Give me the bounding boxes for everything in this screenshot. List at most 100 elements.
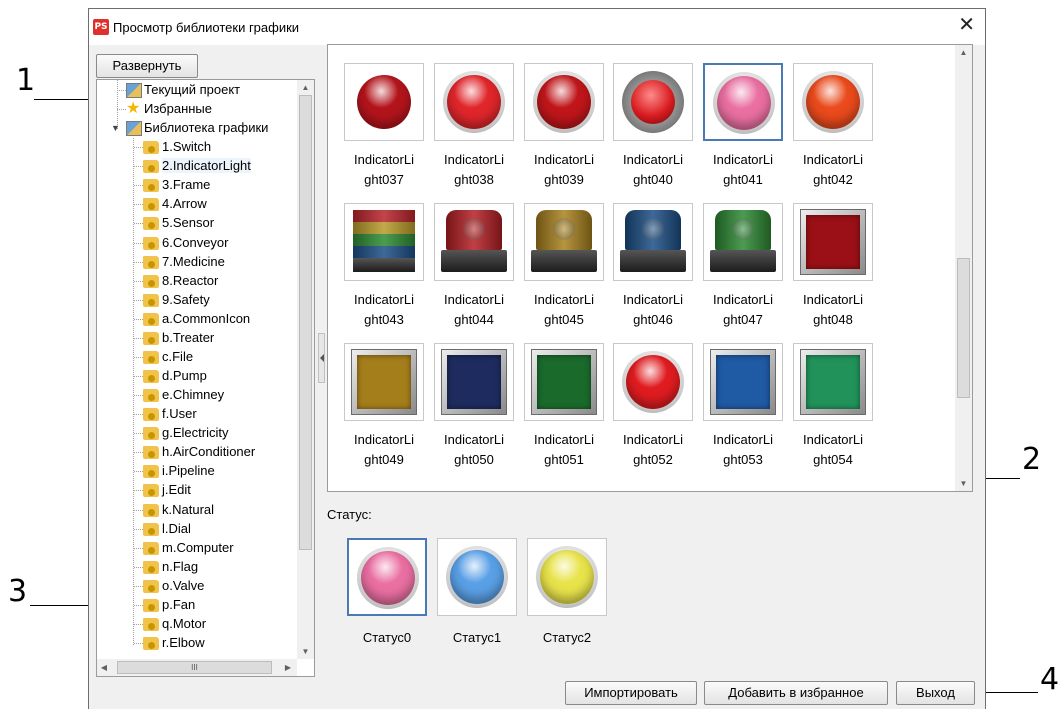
tree-library-item[interactable]: p.Fan — [97, 596, 295, 615]
scroll-right-icon[interactable]: ▶ — [283, 663, 293, 672]
tree-library-item[interactable]: r.Elbow — [97, 634, 295, 653]
tree-library-item[interactable]: k.Natural — [97, 501, 295, 520]
close-icon[interactable]: ✕ — [958, 15, 975, 35]
beacon-lens-icon — [732, 218, 754, 240]
scroll-down-icon[interactable]: ▼ — [297, 647, 314, 656]
import-button[interactable]: Импортировать — [565, 681, 697, 705]
tree-library-item[interactable]: 9.Safety — [97, 291, 295, 310]
tree-scroll-thumb[interactable] — [299, 95, 312, 550]
graphics-gallery: IndicatorLi ght037 IndicatorLi ght038 Indica… — [327, 44, 973, 492]
caption-line: ght048 — [813, 312, 853, 327]
tree-connector-line — [134, 585, 143, 587]
folder-icon — [143, 274, 159, 288]
exit-button[interactable]: Выход — [896, 681, 975, 705]
tree-library-item[interactable]: 4.Arrow — [97, 195, 295, 214]
gallery-item-caption: IndicatorLi ght052 — [607, 430, 699, 470]
status-thumbnail[interactable] — [437, 538, 517, 616]
tree-item-label: 3.Frame — [162, 177, 211, 193]
gallery-item-thumbnail[interactable] — [434, 203, 514, 281]
status-thumbnail[interactable] — [527, 538, 607, 616]
expand-button[interactable]: Развернуть — [96, 54, 198, 78]
gallery-item-thumbnail[interactable] — [703, 203, 783, 281]
indicator-light-icon — [361, 551, 415, 605]
tree-library-item[interactable]: o.Valve — [97, 577, 295, 596]
tree-item-label: p.Fan — [162, 596, 196, 612]
tree-library-item[interactable]: b.Treater — [97, 329, 295, 348]
gallery-item-caption: IndicatorLi ght046 — [607, 290, 699, 330]
scroll-left-icon[interactable]: ◀ — [99, 663, 109, 672]
tree-library-item[interactable]: n.Flag — [97, 558, 295, 577]
tree-connector-line — [134, 204, 143, 206]
folder-icon — [143, 179, 159, 193]
tree-library-item[interactable]: i.Pipeline — [97, 462, 295, 481]
caption-line: ght047 — [723, 312, 763, 327]
tree-library-item[interactable]: 5.Sensor — [97, 214, 295, 233]
gallery-item-thumbnail[interactable] — [434, 63, 514, 141]
tree-library-item[interactable]: d.Pump — [97, 367, 295, 386]
gallery-scroll-thumb[interactable] — [957, 258, 970, 398]
tree-root-item[interactable]: ★ Избранные — [97, 100, 295, 119]
caption-line: IndicatorLi — [623, 292, 683, 307]
tree-connector-line — [134, 185, 143, 187]
gallery-item-thumbnail[interactable] — [793, 343, 873, 421]
tree-item-label: 9.Safety — [162, 291, 210, 307]
gallery-item-thumbnail[interactable] — [524, 203, 604, 281]
gallery-item-caption: IndicatorLi ght053 — [697, 430, 789, 470]
tree-item-label: Библиотека графики — [144, 120, 269, 136]
tree-library-item[interactable]: h.AirConditioner — [97, 443, 295, 462]
gallery-item-thumbnail[interactable] — [524, 63, 604, 141]
tree-vertical-scrollbar[interactable]: ▲ ▼ — [297, 80, 314, 659]
scroll-up-icon[interactable]: ▲ — [955, 48, 972, 57]
tree-library-item[interactable]: 7.Medicine — [97, 253, 295, 272]
status-thumbnail[interactable] — [347, 538, 427, 616]
folder-icon — [143, 598, 159, 612]
gallery-item-thumbnail[interactable] — [613, 343, 693, 421]
tree-horizontal-scrollbar[interactable]: ◀ III ▶ — [97, 659, 297, 676]
tree-library-item[interactable]: 3.Frame — [97, 176, 295, 195]
scroll-down-icon[interactable]: ▼ — [955, 479, 972, 488]
gallery-item-thumbnail[interactable] — [613, 203, 693, 281]
tree-library-item[interactable]: a.CommonIcon — [97, 310, 295, 329]
tree-item-label: 1.Switch — [162, 139, 212, 155]
tree-library-item[interactable]: j.Edit — [97, 481, 295, 500]
tree-root-item[interactable]: ▼ Библиотека графики — [97, 119, 295, 138]
tree-library-item[interactable]: 6.Conveyor — [97, 234, 295, 253]
gallery-item-thumbnail[interactable] — [703, 63, 783, 141]
collapse-arrow-icon[interactable]: ▼ — [111, 123, 120, 133]
add-to-favorites-button[interactable]: Добавить в избранное — [704, 681, 888, 705]
gallery-item-thumbnail[interactable] — [793, 63, 873, 141]
tree-library-item[interactable]: 2.IndicatorLight — [97, 157, 295, 176]
indicator-light-icon — [537, 75, 591, 129]
tree-hscroll-thumb[interactable]: III — [117, 661, 272, 674]
tree-library-item[interactable]: g.Electricity — [97, 424, 295, 443]
gallery-item-thumbnail[interactable] — [344, 203, 424, 281]
tree-library-item[interactable]: f.User — [97, 405, 295, 424]
tree-library-item[interactable]: 8.Reactor — [97, 272, 295, 291]
panel-splitter-handle[interactable] — [318, 333, 325, 383]
tree-library-item[interactable]: 1.Switch — [97, 138, 295, 157]
caption-line: ght037 — [364, 172, 404, 187]
gallery-item-thumbnail[interactable] — [524, 343, 604, 421]
tree-library-item[interactable]: e.Chimney — [97, 386, 295, 405]
square-light-icon — [806, 355, 860, 409]
gallery-item-thumbnail[interactable] — [434, 343, 514, 421]
folder-icon — [143, 522, 159, 536]
tree-library-item[interactable]: q.Motor — [97, 615, 295, 634]
gallery-item-thumbnail[interactable] — [344, 343, 424, 421]
scroll-up-icon[interactable]: ▲ — [297, 83, 314, 92]
gallery-item-thumbnail[interactable] — [793, 203, 873, 281]
tree-root-item[interactable]: Текущий проект — [97, 81, 295, 100]
square-light-icon — [716, 355, 770, 409]
gallery-item-thumbnail[interactable] — [613, 63, 693, 141]
gallery-item-thumbnail[interactable] — [344, 63, 424, 141]
beacon-base-icon — [531, 250, 597, 272]
gallery-item-thumbnail[interactable] — [703, 343, 783, 421]
caption-line: ght039 — [544, 172, 584, 187]
gallery-vertical-scrollbar[interactable]: ▲ ▼ — [955, 45, 972, 491]
tree-connector-line — [134, 547, 143, 549]
tree-library-item[interactable]: c.File — [97, 348, 295, 367]
caption-line: IndicatorLi — [713, 152, 773, 167]
tree-library-item[interactable]: m.Computer — [97, 539, 295, 558]
indicator-light-icon — [631, 80, 675, 124]
tree-library-item[interactable]: l.Dial — [97, 520, 295, 539]
